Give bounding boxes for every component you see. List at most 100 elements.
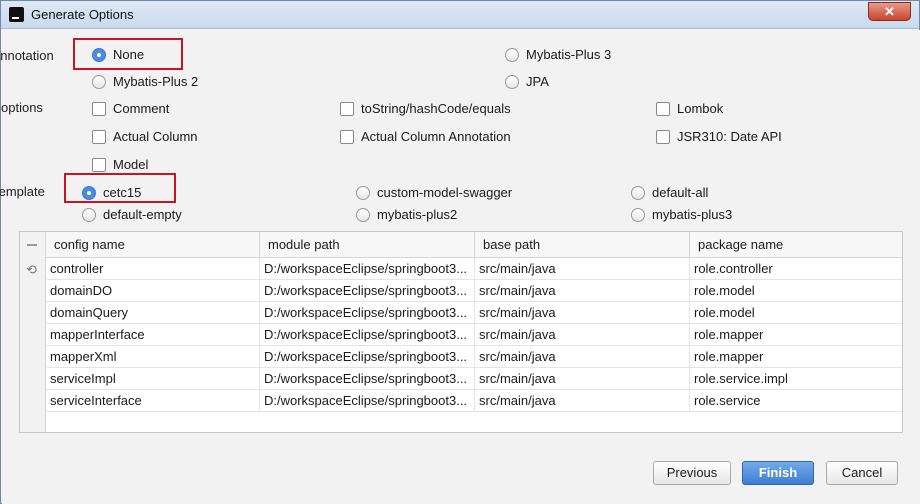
radio-icon: [92, 74, 106, 89]
checkbox-icon: [92, 129, 106, 144]
cell-module-path[interactable]: D:/workspaceEclipse/springboot3...: [260, 302, 475, 323]
option-label: JSR310: Date API: [677, 129, 782, 144]
title-bar: Generate Options ✕: [1, 1, 919, 29]
cell-config-name[interactable]: domainDO: [46, 280, 260, 301]
cell-base-path[interactable]: src/main/java: [475, 390, 690, 411]
option-label: Lombok: [677, 101, 724, 116]
template-label: template: [0, 184, 45, 199]
radio-icon: [356, 207, 370, 222]
option-actual-column[interactable]: Actual Column: [92, 129, 198, 144]
template-option-default-all[interactable]: default-all: [631, 185, 708, 200]
minus-icon[interactable]: [27, 244, 37, 246]
cell-package-name[interactable]: role.model: [690, 302, 902, 323]
option-label: Comment: [113, 101, 170, 116]
table-row[interactable]: serviceImpl D:/workspaceEclipse/springbo…: [46, 368, 902, 390]
generate-options-dialog: Generate Options ✕ annotation None Mybat…: [0, 0, 920, 504]
option-label: toString/hashCode/equals: [361, 101, 511, 116]
close-button[interactable]: ✕: [868, 2, 911, 21]
column-header-module-path[interactable]: module path: [260, 232, 475, 258]
checkbox-icon: [656, 129, 670, 144]
cell-package-name[interactable]: role.service.impl: [690, 368, 902, 389]
radio-icon: [82, 207, 96, 222]
cell-module-path[interactable]: D:/workspaceEclipse/springboot3...: [260, 258, 475, 279]
cell-package-name[interactable]: role.controller: [690, 258, 902, 279]
template-option-mybatis-plus3[interactable]: mybatis-plus3: [631, 207, 732, 222]
cell-package-name[interactable]: role.service: [690, 390, 902, 411]
table-header: config name module path base path packag…: [46, 232, 902, 258]
column-header-config-name[interactable]: config name: [46, 232, 260, 258]
checkbox-icon: [340, 129, 354, 144]
cell-base-path[interactable]: src/main/java: [475, 346, 690, 367]
cell-base-path[interactable]: src/main/java: [475, 280, 690, 301]
option-label: mybatis-plus2: [377, 207, 458, 222]
cell-config-name[interactable]: serviceInterface: [46, 390, 260, 411]
template-option-custom-model-swagger[interactable]: custom-model-swagger: [356, 185, 512, 200]
checkbox-icon: [656, 101, 670, 116]
cancel-button[interactable]: Cancel: [826, 461, 898, 485]
refresh-icon[interactable]: ⟲: [26, 263, 38, 276]
option-label: default-empty: [103, 207, 182, 222]
annotation-option-jpa[interactable]: JPA: [505, 74, 549, 89]
radio-icon: [631, 185, 645, 200]
template-option-mybatis-plus2[interactable]: mybatis-plus2: [356, 207, 457, 222]
option-label: default-all: [652, 185, 709, 200]
radio-icon: [505, 47, 519, 62]
option-lombok[interactable]: Lombok: [656, 101, 723, 116]
app-icon: [9, 7, 24, 22]
option-label: mybatis-plus3: [652, 207, 733, 222]
table-toolbar: ⟲: [20, 232, 46, 432]
option-tostring-hashcode-equals[interactable]: toString/hashCode/equals: [340, 101, 511, 116]
cell-config-name[interactable]: mapperXml: [46, 346, 260, 367]
option-label: custom-model-swagger: [377, 185, 513, 200]
table-row[interactable]: controller D:/workspaceEclipse/springboo…: [46, 258, 902, 280]
option-label: Mybatis-Plus 2: [113, 74, 199, 89]
option-jsr310-date-api[interactable]: JSR310: Date API: [656, 129, 782, 144]
radio-icon: [505, 74, 519, 89]
checkbox-icon: [340, 101, 354, 116]
table-row[interactable]: domainDO D:/workspaceEclipse/springboot3…: [46, 280, 902, 302]
previous-button[interactable]: Previous: [653, 461, 731, 485]
cell-module-path[interactable]: D:/workspaceEclipse/springboot3...: [260, 346, 475, 367]
option-label: Mybatis-Plus 3: [526, 47, 612, 62]
cell-base-path[interactable]: src/main/java: [475, 258, 690, 279]
cell-base-path[interactable]: src/main/java: [475, 302, 690, 323]
option-label: Model: [113, 157, 149, 172]
cell-package-name[interactable]: role.mapper: [690, 346, 902, 367]
column-header-base-path[interactable]: base path: [475, 232, 690, 258]
template-option-default-empty[interactable]: default-empty: [82, 207, 182, 222]
annotation-option-mybatis-plus-2[interactable]: Mybatis-Plus 2: [92, 74, 198, 89]
cell-package-name[interactable]: role.model: [690, 280, 902, 301]
table-row[interactable]: mapperXml D:/workspaceEclipse/springboot…: [46, 346, 902, 368]
cell-config-name[interactable]: mapperInterface: [46, 324, 260, 345]
annotation-option-mybatis-plus-3[interactable]: Mybatis-Plus 3: [505, 47, 611, 62]
cell-package-name[interactable]: role.mapper: [690, 324, 902, 345]
cell-config-name[interactable]: serviceImpl: [46, 368, 260, 389]
finish-button[interactable]: Finish: [742, 461, 814, 485]
radio-icon: [356, 185, 370, 200]
option-actual-column-annotation[interactable]: Actual Column Annotation: [340, 129, 511, 144]
option-comment[interactable]: Comment: [92, 101, 169, 116]
radio-icon: [631, 207, 645, 222]
table-row[interactable]: serviceInterface D:/workspaceEclipse/spr…: [46, 390, 902, 412]
highlight-box-annotation: [73, 38, 183, 70]
option-label: Actual Column Annotation: [361, 129, 511, 144]
options-label: options: [1, 100, 43, 115]
cell-module-path[interactable]: D:/workspaceEclipse/springboot3...: [260, 280, 475, 301]
cell-base-path[interactable]: src/main/java: [475, 324, 690, 345]
cell-config-name[interactable]: domainQuery: [46, 302, 260, 323]
cell-module-path[interactable]: D:/workspaceEclipse/springboot3...: [260, 390, 475, 411]
column-header-package-name[interactable]: package name: [690, 232, 902, 258]
highlight-box-template: [64, 173, 176, 203]
option-label: JPA: [526, 74, 549, 89]
table-row[interactable]: domainQuery D:/workspaceEclipse/springbo…: [46, 302, 902, 324]
dialog-content: annotation None Mybatis-Plus 3 Mybatis-P…: [0, 30, 920, 504]
table-row[interactable]: mapperInterface D:/workspaceEclipse/spri…: [46, 324, 902, 346]
cell-module-path[interactable]: D:/workspaceEclipse/springboot3...: [260, 324, 475, 345]
cell-module-path[interactable]: D:/workspaceEclipse/springboot3...: [260, 368, 475, 389]
option-model[interactable]: Model: [92, 157, 148, 172]
cell-config-name[interactable]: controller: [46, 258, 260, 279]
config-table: ⟲ config name module path base path pack…: [19, 231, 903, 433]
cell-base-path[interactable]: src/main/java: [475, 368, 690, 389]
annotation-label: annotation: [0, 48, 54, 63]
table-body: controller D:/workspaceEclipse/springboo…: [46, 258, 902, 412]
